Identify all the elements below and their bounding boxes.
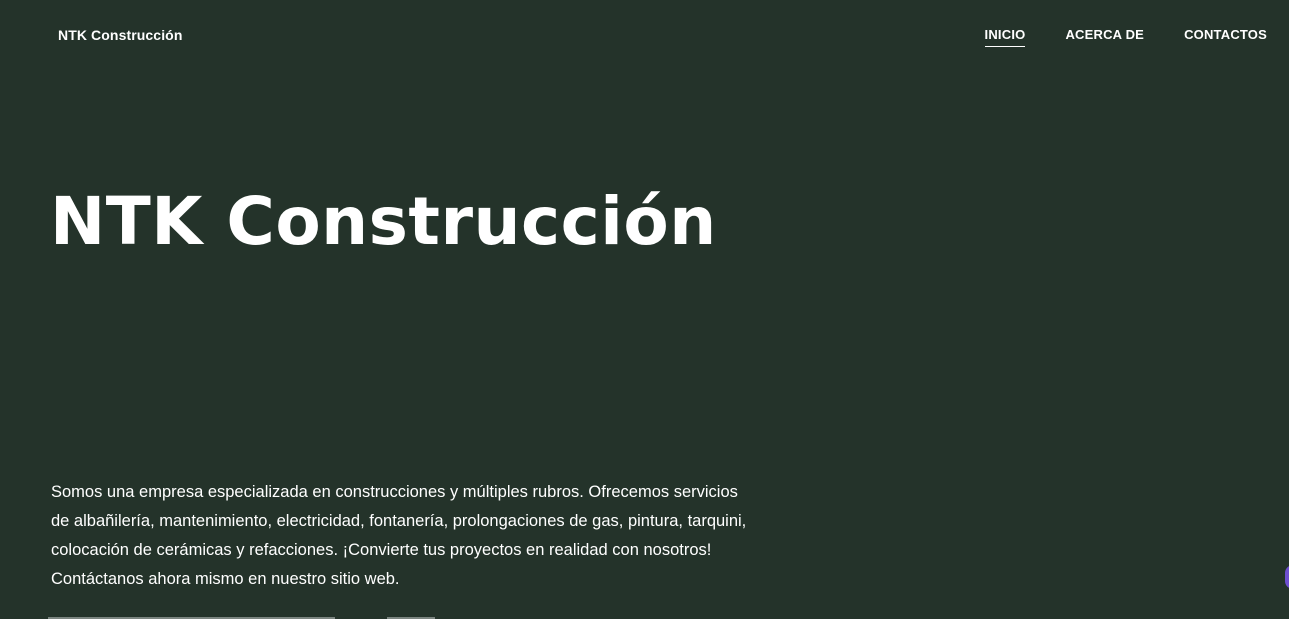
brand-logo-link[interactable]: NTK Construcción — [58, 27, 183, 43]
hero-description: Somos una empresa especializada en const… — [51, 483, 747, 588]
nav-item-acerca-de[interactable]: ACERCA DE — [1065, 27, 1144, 47]
main-nav: INICIO ACERCA DE CONTACTOS — [984, 27, 1267, 47]
page: NTK Construcción INICIO ACERCA DE CONTAC… — [0, 0, 1289, 619]
hero-title: NTK Construcción — [50, 183, 717, 260]
nav-item-inicio[interactable]: INICIO — [984, 27, 1026, 47]
nav-item-contactos[interactable]: CONTACTOS — [1184, 27, 1267, 47]
chat-widget-icon[interactable] — [1285, 565, 1289, 589]
